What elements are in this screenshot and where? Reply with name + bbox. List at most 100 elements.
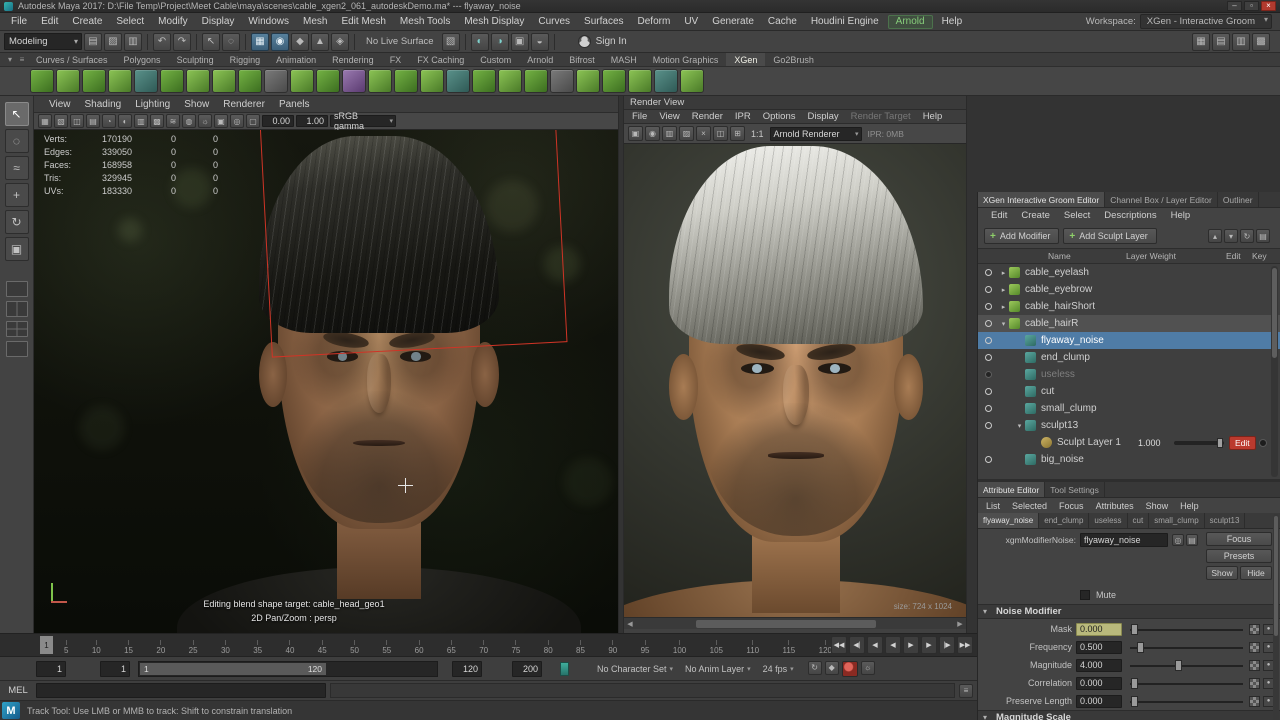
slider-handle[interactable] [1131, 677, 1138, 689]
groom-tree-row[interactable]: ▸ cable_hairShort [978, 298, 1280, 315]
visibility-dot[interactable] [985, 269, 992, 276]
attribute-slider[interactable] [1130, 641, 1243, 654]
attribute-slider[interactable] [1130, 695, 1243, 708]
script-editor-icon[interactable]: ≡ [959, 683, 973, 698]
texture-map-icon[interactable] [1249, 623, 1260, 635]
render-view-menu[interactable]: Help [917, 111, 949, 122]
node-tab[interactable]: end_clump [1039, 513, 1090, 528]
node-tab[interactable]: sculpt13 [1205, 513, 1246, 528]
frame-tick[interactable]: 90 [608, 640, 617, 655]
viewport-menu[interactable]: Shading [78, 99, 129, 110]
single-pane-layout-button[interactable] [5, 281, 28, 297]
mute-checkbox[interactable] [1080, 590, 1090, 600]
editor-tab[interactable]: Attribute Editor [978, 482, 1046, 497]
xgen-shelf-icon[interactable] [420, 69, 444, 93]
focus-button[interactable]: Focus [1206, 532, 1272, 546]
visibility-dot[interactable] [985, 303, 992, 310]
snap-view-icon[interactable]: ◈ [331, 32, 349, 51]
timeline-bookmark-icon[interactable] [560, 661, 569, 676]
snapshot-icon[interactable]: ◫ [713, 126, 728, 141]
attribute-editor-menu[interactable]: Focus [1053, 501, 1090, 511]
close-button[interactable]: × [1261, 1, 1276, 11]
divider[interactable] [196, 33, 197, 50]
attribute-editor-menu[interactable]: Selected [1006, 501, 1053, 511]
slider-handle[interactable] [1131, 695, 1138, 707]
groom-tree-row[interactable]: end_clump [978, 349, 1280, 366]
xgen-shelf-icon[interactable] [680, 69, 704, 93]
magnitude-scale-section-header[interactable]: Magnitude Scale [978, 710, 1280, 720]
editor-tab[interactable]: Tool Settings [1045, 482, 1105, 497]
menu-item[interactable]: Generate [705, 13, 761, 30]
menu-item[interactable]: Curves [531, 13, 577, 30]
step-back-frame-button[interactable]: ◀| [849, 636, 865, 654]
visibility-dot[interactable] [985, 456, 992, 463]
menu-item[interactable]: Create [65, 13, 109, 30]
groom-tree-row[interactable]: small_clump [978, 400, 1280, 417]
view-transform-dropdown[interactable]: sRGB gamma [330, 111, 396, 131]
render-view-menu[interactable]: File [626, 111, 653, 122]
attribute-slider[interactable] [1130, 677, 1243, 690]
menu-item[interactable]: Windows [241, 13, 296, 30]
frame-tick[interactable]: 60 [415, 640, 424, 655]
menu-item[interactable]: Surfaces [577, 13, 630, 30]
attribute-value-field[interactable]: 0.000 [1076, 694, 1122, 708]
panel-tab[interactable]: Outliner [1218, 192, 1259, 207]
frame-tick[interactable]: 75 [511, 640, 520, 655]
file-new-icon[interactable]: ▤ [84, 32, 102, 51]
step-back-key-button[interactable]: ◀ [867, 636, 883, 654]
divider[interactable] [553, 33, 555, 50]
shelf-menu-icon[interactable]: ▾ [4, 55, 16, 64]
xgen-shelf-icon[interactable] [576, 69, 600, 93]
outliner-toggle-icon[interactable]: ▥ [1232, 32, 1250, 51]
menu-item[interactable]: Edit Mesh [334, 13, 392, 30]
playback-start-field[interactable]: 1 [100, 660, 130, 677]
render-view-menu[interactable]: Display [802, 111, 845, 122]
viewport-toolbar-icon[interactable]: ▣ [214, 114, 228, 128]
select-tool-icon[interactable]: ↖ [4, 102, 29, 126]
visibility-dot[interactable] [985, 371, 992, 378]
scroll-left-arrow[interactable]: ◀ [624, 619, 636, 629]
menu-item[interactable]: Mesh Display [457, 13, 531, 30]
xgen-shelf-icon[interactable] [290, 69, 314, 93]
groom-tree-row[interactable]: flyaway_noise [978, 332, 1280, 349]
character-set-dropdown[interactable]: No Character Set [591, 664, 679, 674]
title-bar[interactable]: Autodesk Maya 2017: D:\File Temp\Project… [0, 0, 1280, 13]
expand-arrow-icon[interactable]: ▸ [998, 286, 1009, 294]
xgen-shelf-icon[interactable] [82, 69, 106, 93]
playback-range-handle[interactable]: 1 120 [140, 662, 326, 675]
frame-tick[interactable]: 100 [673, 640, 686, 655]
frame-tick[interactable]: 35 [253, 640, 262, 655]
xgen-shelf-icon[interactable] [264, 69, 288, 93]
shelf-tab[interactable]: Rigging [222, 53, 269, 66]
scrollbar-thumb[interactable] [1272, 268, 1277, 358]
viewport-menu[interactable]: Panels [272, 99, 317, 110]
frame-tick[interactable]: 45 [318, 640, 327, 655]
menu-item[interactable]: File [4, 13, 34, 30]
xgen-shelf-icon[interactable] [186, 69, 210, 93]
texture-map-icon[interactable] [1249, 677, 1260, 689]
render-view-menu[interactable]: Render [686, 111, 729, 122]
expand-arrow-icon[interactable]: ▸ [998, 303, 1009, 311]
divider[interactable] [245, 33, 246, 50]
move-down-icon[interactable]: ▾ [1224, 229, 1238, 243]
shelf-tab[interactable]: Sculpting [169, 53, 222, 66]
gamma-field[interactable]: 1.00 [296, 115, 328, 127]
fps-dropdown[interactable]: 24 fps [757, 664, 800, 674]
attribute-value-field[interactable]: 0.000 [1076, 676, 1122, 690]
slider-handle[interactable] [1217, 438, 1223, 448]
xgen-shelf-icon[interactable] [108, 69, 132, 93]
xgen-shelf-icon[interactable] [238, 69, 262, 93]
rendered-image-canvas[interactable]: size: 724 x 1024 [624, 144, 966, 617]
attribute-value-field[interactable]: 4.000 [1076, 658, 1122, 672]
expand-arrow-icon[interactable]: ▾ [1014, 422, 1025, 430]
menu-item[interactable]: Cache [761, 13, 804, 30]
node-name-field[interactable]: flyaway_noise [1080, 533, 1168, 547]
attribute-editor-menu[interactable]: Show [1140, 501, 1175, 511]
groom-tree-row[interactable]: big_noise [978, 451, 1280, 468]
refresh-icon[interactable]: ↻ [1240, 229, 1254, 243]
shelf-tab[interactable]: Rendering [324, 53, 382, 66]
select-by-object-icon[interactable]: ◌ [222, 32, 240, 51]
visibility-dot[interactable] [985, 354, 992, 361]
step-forward-frame-button[interactable]: |▶ [939, 636, 955, 654]
frame-tick[interactable]: 120 [819, 640, 832, 655]
